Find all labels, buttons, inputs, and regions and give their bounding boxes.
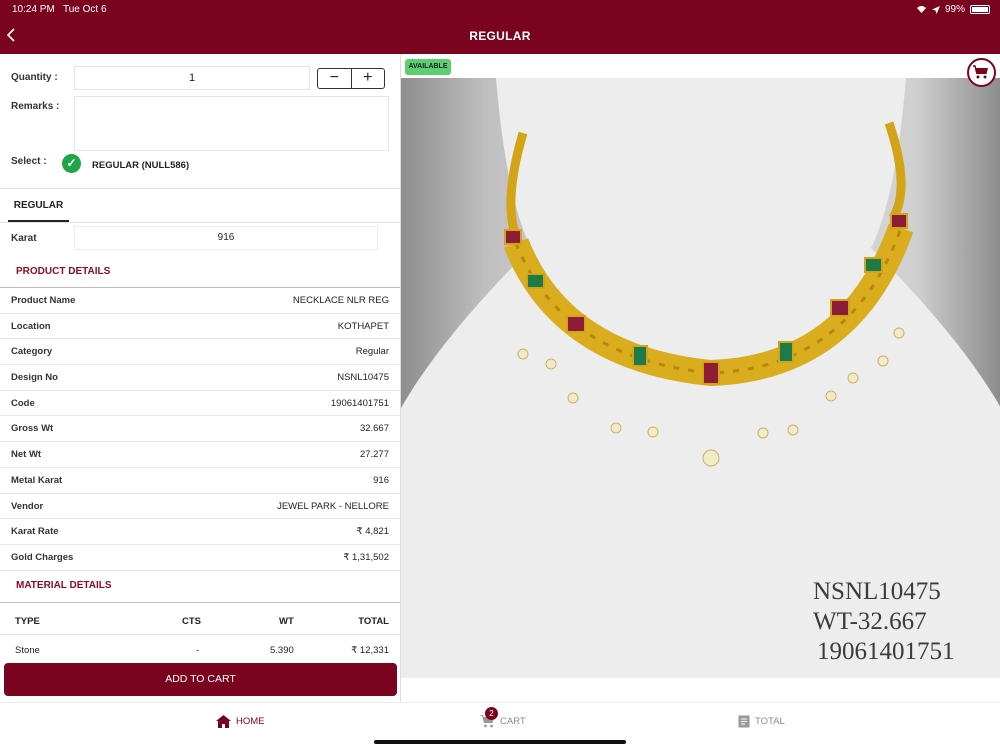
detail-row: Code 19061401751 (0, 391, 400, 417)
nav-home[interactable]: HOME (216, 715, 265, 728)
detail-value: NSNL10475 (337, 372, 389, 384)
detail-row: Metal Karat 916 (0, 468, 400, 494)
top-bar: 10:24 PM Tue Oct 6 99% REGULAR (0, 0, 1000, 54)
detail-key: Karat Rate (11, 526, 59, 538)
detail-value: ₹ 1,31,502 (343, 551, 389, 563)
detail-row: Karat Rate ₹ 4,821 (0, 519, 400, 545)
detail-key: Gold Charges (11, 551, 74, 563)
detail-value: 19061401751 (330, 397, 389, 409)
select-option-label[interactable]: REGULAR (NULL586) (92, 160, 189, 171)
home-icon (216, 715, 231, 728)
decrement-button[interactable]: − (318, 69, 352, 88)
detail-value: JEWEL PARK - NELLORE (277, 500, 389, 512)
image-cart-button[interactable] (967, 58, 996, 87)
col-cts: CTS (182, 616, 201, 627)
cell-type: Stone (15, 645, 40, 656)
nav-cart-label: CART (500, 716, 526, 727)
nav-total-label: TOTAL (755, 716, 785, 727)
cell-wt: 5.390 (270, 645, 294, 656)
status-clock: 10:24 PM (12, 4, 55, 15)
nav-total[interactable]: TOTAL (738, 715, 785, 728)
add-to-cart-button[interactable]: ADD TO CART (4, 663, 397, 696)
detail-value: NECKLACE NLR REG (292, 295, 389, 306)
receipt-icon (738, 715, 750, 728)
detail-value: ₹ 4,821 (356, 526, 389, 538)
detail-row: Product Name NECKLACE NLR REG (0, 288, 400, 314)
home-indicator (374, 740, 626, 744)
detail-row: Location KOTHAPET (0, 314, 400, 340)
battery-icon (970, 5, 990, 14)
tab-regular[interactable]: REGULAR (8, 194, 69, 222)
table-row: Stone - 5.390 ₹ 12,331 (0, 636, 400, 666)
status-indicators: 99% (916, 4, 990, 15)
detail-key: Gross Wt (11, 423, 54, 435)
battery-percent: 99% (944, 4, 965, 15)
col-total: TOTAL (358, 616, 389, 627)
col-type: TYPE (15, 616, 40, 627)
increment-button[interactable]: + (352, 69, 385, 88)
detail-row: Vendor JEWEL PARK - NELLORE (0, 494, 400, 520)
detail-value: Regular (355, 346, 389, 358)
detail-key: Location (11, 320, 51, 332)
status-time: 10:24 PM Tue Oct 6 (12, 4, 107, 15)
image-caption-line: WT-32.667 (813, 608, 927, 635)
details-panel: Quantity : 1 − + Remarks : Select : ✓ RE… (0, 54, 400, 702)
cart-icon (973, 65, 988, 79)
detail-row: Gross Wt 32.667 (0, 416, 400, 443)
material-table-header: TYPE CTS WT TOTAL (0, 607, 400, 635)
detail-value: KOTHAPET (337, 320, 389, 332)
remarks-field[interactable] (74, 96, 389, 151)
product-details-list: Product Name NECKLACE NLR REG Location KOT… (0, 288, 400, 571)
karat-label: Karat (11, 233, 37, 244)
detail-row: Net Wt 27.277 (0, 442, 400, 468)
page-title: REGULAR (469, 29, 531, 43)
product-image-panel: NSNL10475 WT-32.667 19061401751 AVAILABL… (400, 54, 1000, 702)
detail-value: 32.667 (359, 423, 389, 435)
quantity-stepper: − + (317, 68, 385, 89)
status-date: Tue Oct 6 (62, 4, 107, 15)
detail-key: Design No (11, 372, 58, 384)
remarks-label: Remarks : (11, 101, 60, 112)
image-caption-line: 19061401751 (817, 638, 955, 665)
divider (0, 188, 400, 189)
karat-field[interactable]: 916 (74, 226, 378, 250)
detail-value: 916 (373, 474, 389, 486)
col-wt: WT (279, 616, 294, 627)
select-label: Select : (11, 156, 47, 167)
quantity-label: Quantity : (11, 72, 58, 83)
product-details-title: PRODUCT DETAILS (16, 266, 111, 277)
checkmark-icon[interactable]: ✓ (62, 154, 81, 173)
detail-key: Vendor (11, 500, 44, 512)
detail-row: Category Regular (0, 339, 400, 366)
detail-value: 27.277 (359, 449, 389, 461)
availability-badge: AVAILABLE (405, 59, 451, 75)
image-caption-line: NSNL10475 (813, 578, 941, 605)
quantity-field[interactable]: 1 (74, 66, 310, 90)
divider (0, 222, 400, 223)
wifi-icon (916, 6, 926, 13)
location-icon (931, 5, 940, 14)
detail-key: Metal Karat (11, 474, 63, 486)
detail-key: Code (11, 397, 35, 409)
divider (0, 602, 400, 603)
cell-total: ₹ 12,331 (351, 645, 389, 656)
nav-home-label: HOME (236, 716, 265, 727)
cart-count-badge: 2 (485, 707, 498, 720)
detail-row: Design No NSNL10475 (0, 365, 400, 391)
detail-row: Gold Charges ₹ 1,31,502 (0, 545, 400, 571)
material-details-title: MATERIAL DETAILS (16, 580, 112, 591)
cell-cts: - (196, 645, 200, 656)
detail-key: Net Wt (11, 449, 42, 461)
product-photo[interactable]: NSNL10475 WT-32.667 19061401751 (401, 78, 1000, 678)
detail-key: Product Name (11, 295, 76, 306)
detail-key: Category (11, 346, 53, 358)
